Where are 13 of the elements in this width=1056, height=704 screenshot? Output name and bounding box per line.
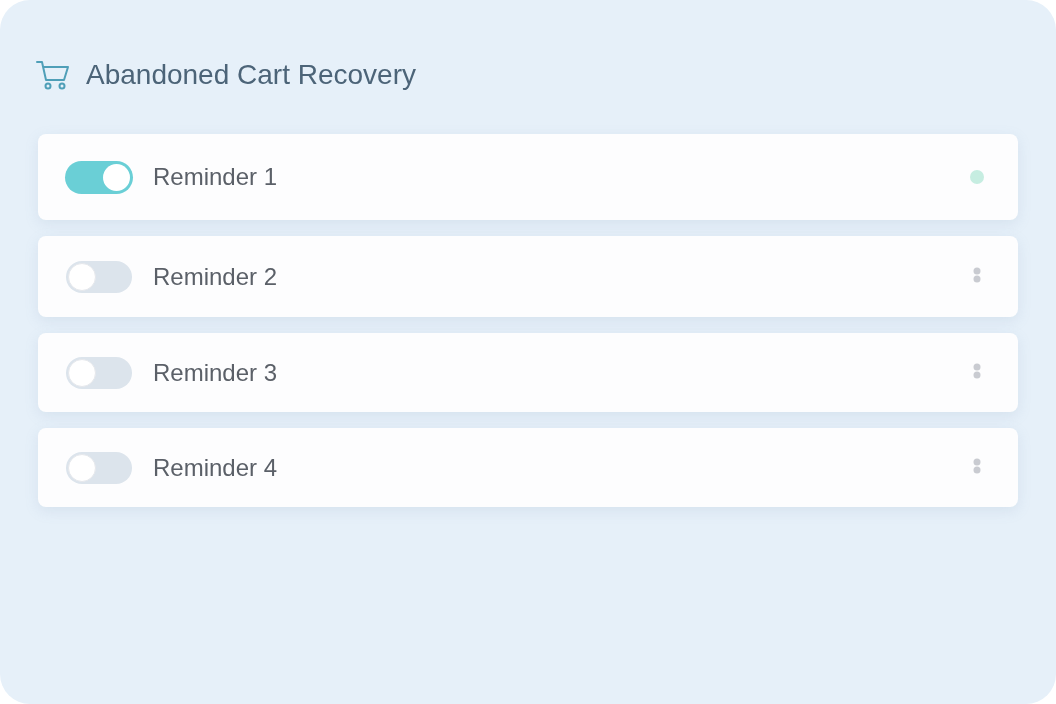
toggle-switch[interactable] <box>66 356 132 389</box>
cart-icon <box>36 60 70 90</box>
toggle-switch[interactable] <box>66 260 132 293</box>
reminder-label: Reminder 4 <box>153 452 278 483</box>
reminder-label: Reminder 2 <box>153 261 278 292</box>
reminder-label: Reminder 3 <box>153 357 278 388</box>
reminder-label: Reminder 1 <box>153 162 278 192</box>
panel-title: Abandoned Cart Recovery <box>86 61 416 89</box>
toggle-switch[interactable] <box>66 451 132 484</box>
more-options-icon[interactable] <box>973 457 981 474</box>
more-options-icon[interactable] <box>973 266 981 283</box>
toggle-switch[interactable] <box>65 160 133 194</box>
more-options-icon[interactable] <box>973 362 981 379</box>
